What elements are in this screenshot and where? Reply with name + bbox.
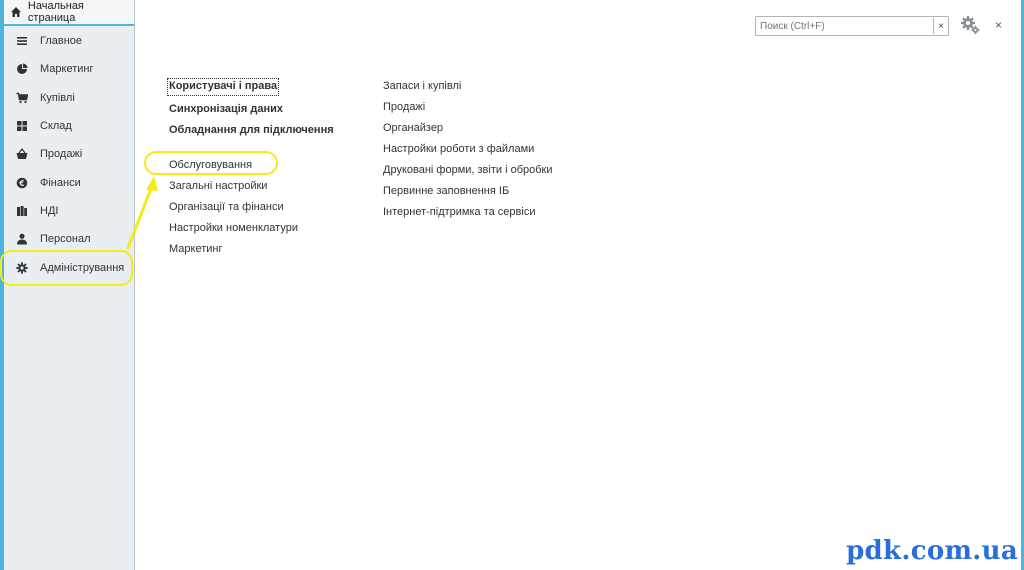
person-icon <box>16 233 28 245</box>
coin-icon <box>16 177 28 189</box>
sidebar-menu: Главное Маркетинг Купівлі Склад Продажі <box>4 27 134 282</box>
cart-icon <box>16 92 28 104</box>
search-clear-button[interactable]: × <box>933 18 948 34</box>
link-users-rights[interactable]: Користувачі і права <box>167 78 280 96</box>
sidebar-item-label: НДІ <box>40 204 59 217</box>
sidebar-item-label: Персонал <box>40 233 91 246</box>
link-stock-purchases[interactable]: Запаси і купівлі <box>383 78 553 94</box>
link-organizer[interactable]: Органайзер <box>383 120 553 136</box>
link-marketing[interactable]: Маркетинг <box>169 241 334 257</box>
sidebar-item-sales[interactable]: Продажі <box>4 140 134 168</box>
link-general-settings[interactable]: Загальні настройки <box>169 178 334 194</box>
link-connected-equipment[interactable]: Обладнання для підключення <box>169 122 334 138</box>
sidebar-item-finance[interactable]: Фінанси <box>4 168 134 196</box>
link-data-sync[interactable]: Синхронізація даних <box>169 101 334 117</box>
sidebar-item-label: Купівлі <box>40 91 75 104</box>
close-button[interactable]: × <box>995 18 1002 32</box>
sidebar-item-reference[interactable]: НДІ <box>4 197 134 225</box>
watermark: pdk.com.ua <box>846 536 1018 566</box>
sidebar-item-marketing[interactable]: Маркетинг <box>4 55 134 83</box>
search-input[interactable] <box>756 18 933 34</box>
link-print-forms-reports[interactable]: Друковані форми, звіти і обробки <box>383 162 553 178</box>
sidebar-item-label: Маркетинг <box>40 63 94 76</box>
sidebar-item-main[interactable]: Главное <box>4 27 134 55</box>
sidebar-item-label: Продажі <box>40 148 83 161</box>
highlight-maintenance <box>144 151 278 175</box>
sidebar-item-label: Главное <box>40 35 83 48</box>
basket-icon <box>16 148 28 160</box>
link-internet-support[interactable]: Інтернет-підтримка та сервіси <box>383 204 553 220</box>
link-file-settings[interactable]: Настройки роботи з файлами <box>383 141 553 157</box>
grid-icon <box>16 120 28 132</box>
list-icon <box>16 35 28 47</box>
home-tab[interactable]: Начальная страница <box>4 0 134 26</box>
sidebar-item-label: Склад <box>40 120 72 133</box>
link-sales[interactable]: Продажі <box>383 99 553 115</box>
home-icon <box>4 6 28 18</box>
right-links-column: Запаси і купівлі Продажі Органайзер Наст… <box>383 78 553 225</box>
link-initial-fill[interactable]: Первинне заповнення ІБ <box>383 183 553 199</box>
search-box: × <box>755 16 949 36</box>
sidebar-item-warehouse[interactable]: Склад <box>4 112 134 140</box>
pie-chart-icon <box>16 63 28 75</box>
main-panel: × × Користувачі і права Синхронізація да… <box>135 0 1021 570</box>
settings-gear-icon[interactable] <box>959 14 981 36</box>
book-icon <box>16 205 28 217</box>
highlight-administration <box>0 250 133 286</box>
link-organizations-finance[interactable]: Організації та фінанси <box>169 199 334 215</box>
link-nomenclature-settings[interactable]: Настройки номенклатури <box>169 220 334 236</box>
sidebar-item-label: Фінанси <box>40 176 81 189</box>
sidebar-item-purchases[interactable]: Купівлі <box>4 84 134 112</box>
home-tab-label: Начальная страница <box>27 0 84 24</box>
